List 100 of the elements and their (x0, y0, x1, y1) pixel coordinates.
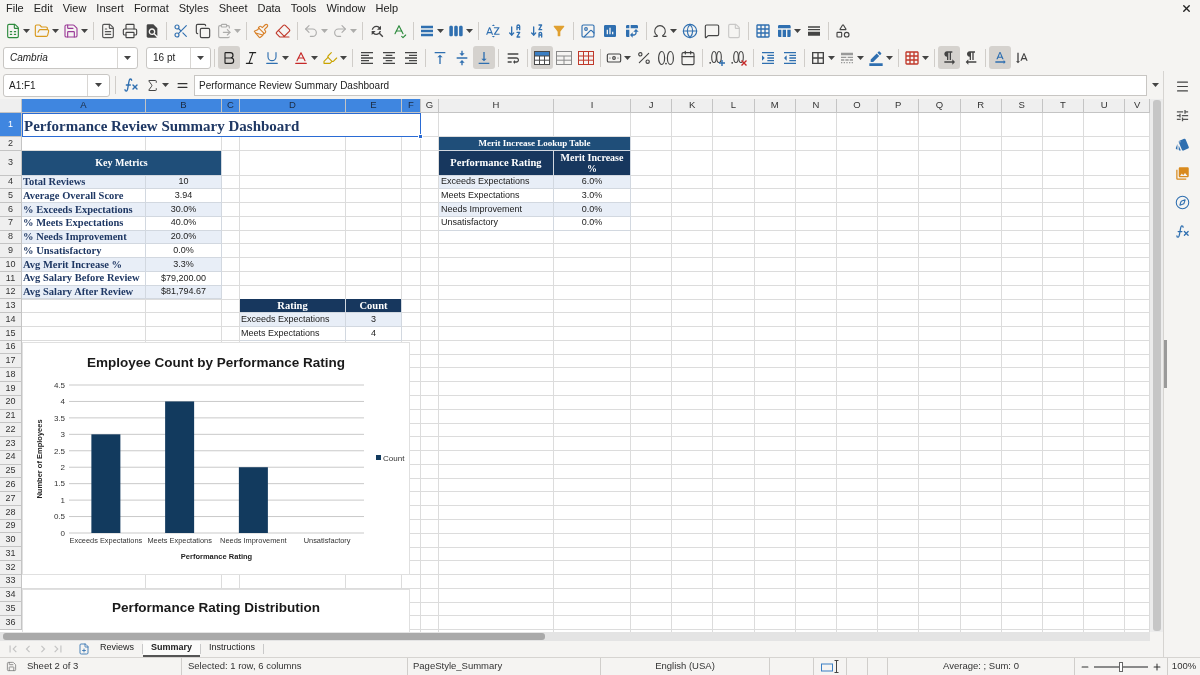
scroll-thumb[interactable] (3, 633, 545, 640)
sheet-tab[interactable]: Reviews (92, 641, 142, 657)
metric-value: 30.0% (146, 203, 222, 217)
column-header[interactable]: R (960, 99, 1002, 113)
redo-icon (332, 22, 348, 39)
column-header[interactable]: A (22, 99, 146, 113)
font-name-combobox[interactable]: Cambria (3, 46, 138, 69)
column-header[interactable]: K (672, 99, 714, 113)
font-size-combobox[interactable]: 16 pt (146, 46, 211, 69)
close-document-button[interactable] (1181, 3, 1192, 14)
column-header[interactable]: D (240, 99, 346, 113)
align-center-icon (381, 49, 397, 66)
column-header[interactable]: O (836, 99, 879, 113)
row-header[interactable]: 9 (0, 244, 22, 259)
row-header[interactable]: 10 (0, 258, 22, 272)
left-to-right-button[interactable] (938, 46, 960, 69)
indent-decrease-icon (782, 49, 798, 66)
cards-icon (1174, 136, 1190, 152)
row-header[interactable]: 35 (0, 602, 22, 616)
row-header[interactable]: 2 (0, 137, 22, 151)
column-header[interactable]: U (1084, 99, 1126, 113)
table-cell: 3.0% (554, 189, 631, 204)
column-header[interactable]: J (631, 99, 673, 113)
horizontal-scrollbar[interactable] (0, 632, 1150, 641)
caret-icon (282, 55, 289, 60)
column-header[interactable]: E (346, 99, 402, 113)
menu-item[interactable]: File (1, 3, 29, 14)
menu-item[interactable]: Window (321, 3, 371, 14)
row-header[interactable]: 30 (0, 533, 22, 548)
sidebar-resize-handle[interactable] (1164, 340, 1167, 388)
column-header[interactable]: F (402, 99, 421, 113)
row-header[interactable]: 6 (0, 203, 22, 217)
row-header[interactable]: 18 (0, 368, 22, 382)
menu-item[interactable]: View (57, 3, 92, 14)
column-header[interactable]: G (421, 99, 439, 113)
row-header[interactable]: 26 (0, 478, 22, 493)
row-header[interactable]: 31 (0, 547, 22, 561)
sheet-title[interactable]: Performance Review Summary Dashboard (22, 113, 421, 137)
sheet-tab[interactable]: Instructions (201, 641, 264, 657)
fill-handle[interactable] (418, 134, 423, 139)
row-header[interactable]: 36 (0, 616, 22, 630)
table-grid-icon (578, 49, 594, 66)
sheet-tab[interactable]: Summary (143, 641, 201, 657)
selection-mode-icon[interactable] (820, 660, 840, 673)
delete-decimal-icon (731, 49, 747, 66)
column-header[interactable]: I (554, 99, 631, 113)
menu-item[interactable]: Data (252, 3, 286, 14)
menu-item[interactable]: Format (128, 3, 174, 14)
sort-ascending-icon (507, 22, 523, 39)
menu-item[interactable]: Sheet (213, 3, 253, 14)
caret-icon (466, 28, 473, 33)
column-header[interactable]: L (713, 99, 755, 113)
row-header[interactable]: 34 (0, 588, 22, 603)
legend-label: Count (383, 453, 405, 463)
metric-label: Avg Merit Increase % (22, 258, 146, 272)
row-header[interactable]: 1 (0, 113, 22, 137)
row-header[interactable]: 23 (0, 437, 22, 451)
status-text: Sheet 2 of 3 (27, 659, 79, 674)
row-header[interactable]: 27 (0, 492, 22, 506)
close-icon (1181, 3, 1192, 14)
slider-thumb[interactable] (1119, 661, 1123, 672)
copy-icon (195, 22, 211, 39)
row-header[interactable]: 13 (0, 299, 22, 314)
axis-tick-label: 0 (60, 528, 65, 538)
text-left-to-right-button[interactable] (989, 46, 1011, 69)
axis-tick-label: 3 (60, 430, 65, 440)
row-header[interactable]: 17 (0, 354, 22, 369)
zoom-level[interactable]: 100% (1171, 659, 1197, 674)
align-bottom-button[interactable] (473, 46, 495, 69)
column-header[interactable]: N (795, 99, 837, 113)
menu-item[interactable]: Edit (28, 3, 58, 14)
name-box[interactable]: A1:F1 (3, 73, 110, 97)
caret-icon (1151, 83, 1159, 87)
bold-button[interactable] (218, 46, 240, 69)
column-header[interactable]: C (222, 99, 240, 113)
menu-item[interactable]: Styles (173, 3, 214, 14)
column-header[interactable]: P (878, 99, 920, 113)
zoom-in-button[interactable] (1152, 661, 1162, 672)
row-header[interactable]: 3 (0, 150, 22, 176)
language-status[interactable]: English (USA) (655, 659, 715, 674)
add-sheet-button[interactable] (78, 642, 90, 656)
axis-tick-label: 2.5 (53, 446, 65, 456)
column-header[interactable]: V (1125, 99, 1150, 113)
column-header[interactable]: B (146, 99, 222, 113)
menu-item[interactable]: Tools (285, 3, 322, 14)
column-header[interactable]: H (439, 99, 554, 113)
formula-input-field[interactable]: Performance Review Summary Dashboard (194, 74, 1147, 96)
column-header[interactable]: M (754, 99, 796, 113)
column-header[interactable]: Q (919, 99, 961, 113)
sigma-icon (145, 77, 160, 93)
menu-item[interactable]: Insert (91, 3, 129, 14)
align-left-icon (359, 49, 375, 66)
row-header[interactable]: 5 (0, 189, 22, 204)
row-header[interactable]: 14 (0, 313, 22, 327)
column-header[interactable]: T (1042, 99, 1085, 113)
caret-icon (437, 28, 444, 33)
column-header[interactable]: S (1001, 99, 1043, 113)
menu-item[interactable]: Help (370, 3, 404, 14)
merge-center-button[interactable] (531, 46, 553, 69)
row-header[interactable]: 22 (0, 423, 22, 438)
